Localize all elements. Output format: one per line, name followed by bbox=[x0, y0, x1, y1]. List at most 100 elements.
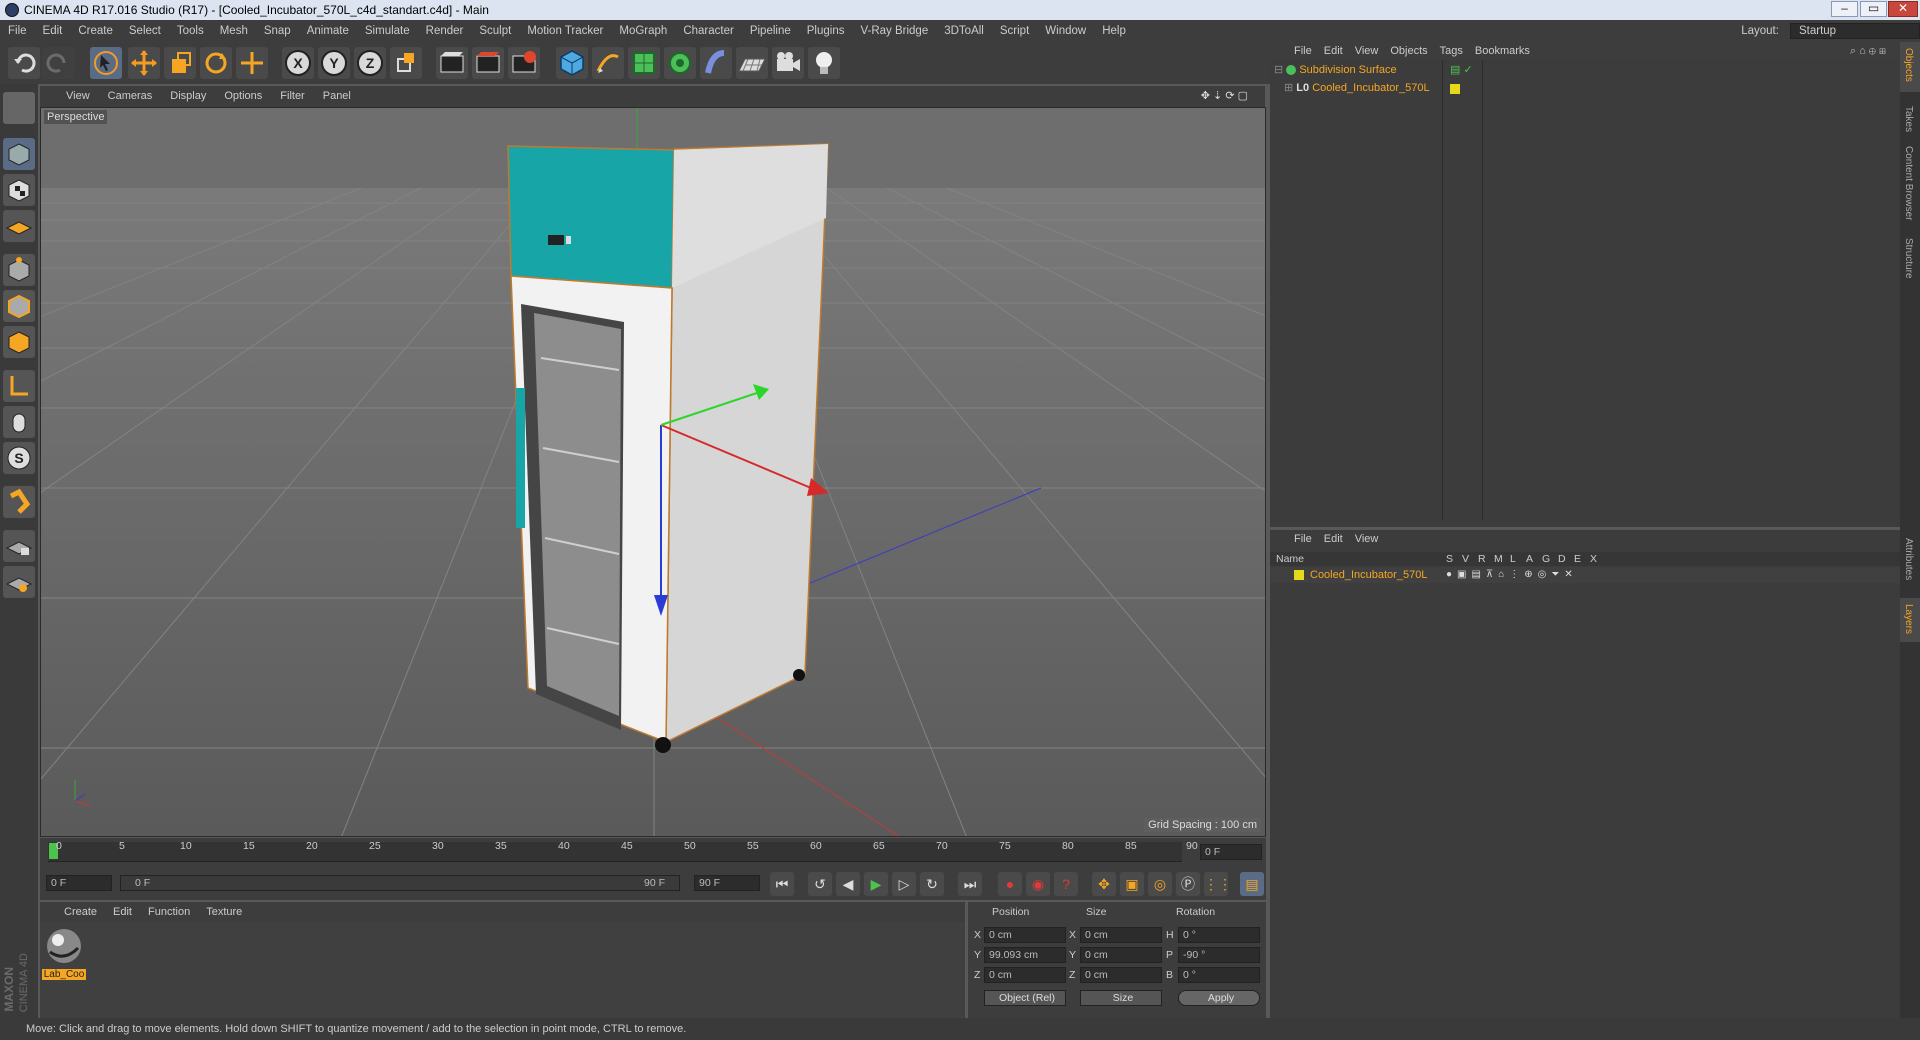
viewport-menu-options[interactable]: Options bbox=[215, 90, 271, 102]
menu-file[interactable]: File bbox=[0, 25, 35, 37]
snapping-icon[interactable]: S bbox=[3, 442, 35, 474]
magnet-icon[interactable] bbox=[3, 486, 35, 518]
select-arrow-icon[interactable] bbox=[90, 47, 122, 79]
go-to-end-icon[interactable]: ⏭ bbox=[958, 872, 982, 896]
menu-window[interactable]: Window bbox=[1037, 25, 1094, 37]
key-position-icon[interactable]: ✥ bbox=[1092, 872, 1116, 896]
cloner-icon[interactable] bbox=[664, 47, 696, 79]
autokey-icon[interactable]: ◉ bbox=[1026, 872, 1050, 896]
material-menu-edit[interactable]: Edit bbox=[105, 906, 140, 918]
render-picture-viewer-icon[interactable] bbox=[472, 47, 504, 79]
coordinate-system-icon[interactable] bbox=[390, 47, 422, 79]
make-editable-icon[interactable] bbox=[3, 92, 35, 124]
obj-menu-bookmarks[interactable]: Bookmarks bbox=[1469, 45, 1536, 57]
apply-button[interactable]: Apply bbox=[1178, 990, 1260, 1006]
scale-tool-icon[interactable] bbox=[164, 47, 196, 79]
tab-layers[interactable]: Layers bbox=[1903, 604, 1914, 634]
menu-create[interactable]: Create bbox=[70, 25, 121, 37]
start-frame-field[interactable]: 0 F bbox=[46, 875, 112, 891]
undo-button[interactable] bbox=[8, 47, 40, 79]
menu-select[interactable]: Select bbox=[121, 25, 169, 37]
planar-workplane-icon[interactable] bbox=[3, 566, 35, 598]
menu-plugins[interactable]: Plugins bbox=[799, 25, 853, 37]
visibility-toggle-icon[interactable]: ▤ ✓ bbox=[1450, 62, 1473, 79]
rotation-p-field[interactable]: -90 ° bbox=[1178, 947, 1260, 963]
workplane-mode-icon[interactable] bbox=[3, 210, 35, 242]
size-y-field[interactable]: 0 cm bbox=[1080, 947, 1162, 963]
menu-script[interactable]: Script bbox=[992, 25, 1037, 37]
timeline-window-icon[interactable]: ▤ bbox=[1240, 872, 1264, 896]
deformer-icon[interactable] bbox=[700, 47, 732, 79]
obj-menu-objects[interactable]: Objects bbox=[1384, 45, 1433, 57]
light-icon[interactable] bbox=[808, 47, 840, 79]
close-button[interactable]: ✕ bbox=[1888, 1, 1918, 17]
tweak-mode-icon[interactable] bbox=[3, 406, 35, 438]
viewport-menu-cameras[interactable]: Cameras bbox=[99, 90, 162, 102]
object-name[interactable]: Cooled_Incubator_570L bbox=[1312, 82, 1429, 94]
menu-sculpt[interactable]: Sculpt bbox=[471, 25, 519, 37]
record-keys-icon[interactable]: ● bbox=[998, 872, 1022, 896]
layer-color-icon[interactable] bbox=[1294, 570, 1304, 580]
redo-button[interactable] bbox=[42, 47, 74, 79]
tab-takes[interactable]: Takes bbox=[1903, 106, 1914, 132]
spline-pen-icon[interactable] bbox=[592, 47, 624, 79]
play-icon[interactable]: ▶ bbox=[864, 872, 888, 896]
layer-menu-file[interactable]: File bbox=[1288, 533, 1318, 545]
menu-vray-bridge[interactable]: V-Ray Bridge bbox=[852, 25, 936, 37]
tab-content-browser[interactable]: Content Browser bbox=[1903, 146, 1914, 220]
viewport-menu-display[interactable]: Display bbox=[161, 90, 215, 102]
obj-menu-view[interactable]: View bbox=[1349, 45, 1385, 57]
menu-pipeline[interactable]: Pipeline bbox=[742, 25, 799, 37]
rotation-b-field[interactable]: 0 ° bbox=[1178, 967, 1260, 983]
current-frame-field[interactable]: 0 F bbox=[1200, 844, 1262, 860]
enable-axis-icon[interactable] bbox=[3, 370, 35, 402]
points-mode-icon[interactable] bbox=[3, 254, 35, 286]
key-point-level-icon[interactable]: ⋮⋮ bbox=[1204, 872, 1232, 896]
z-axis-lock-icon[interactable]: Z bbox=[354, 47, 386, 79]
render-settings-icon[interactable] bbox=[508, 47, 540, 79]
position-z-field[interactable]: 0 cm bbox=[984, 967, 1066, 983]
menu-tools[interactable]: Tools bbox=[169, 25, 212, 37]
key-rotation-icon[interactable]: ◎ bbox=[1148, 872, 1172, 896]
previous-key-icon[interactable]: ↺ bbox=[808, 872, 832, 896]
perspective-viewport[interactable]: Perspective Grid Spacing : 100 cm bbox=[40, 107, 1266, 837]
object-name[interactable]: Subdivision Surface bbox=[1299, 64, 1396, 76]
menu-help[interactable]: Help bbox=[1094, 25, 1134, 37]
timeline-ruler[interactable]: 0 5 10 15 20 25 30 35 40 45 50 55 60 65 … bbox=[40, 838, 1266, 866]
coord-mode-dropdown[interactable]: Object (Rel) bbox=[984, 990, 1066, 1006]
layer-name[interactable]: Cooled_Incubator_570L bbox=[1310, 567, 1427, 583]
maximize-button[interactable]: ▭ bbox=[1860, 1, 1887, 17]
object-search-icon[interactable]: ⌕ ⌂ ⊕ ⊞ bbox=[1844, 42, 1892, 60]
tab-attributes[interactable]: Attributes bbox=[1903, 538, 1914, 580]
size-x-field[interactable]: 0 cm bbox=[1080, 927, 1162, 943]
menu-snap[interactable]: Snap bbox=[256, 25, 299, 37]
viewport-nav-icons[interactable]: ✥ ⇣ ⟳ ▢ bbox=[1192, 86, 1257, 107]
floor-icon[interactable] bbox=[736, 47, 768, 79]
rotation-h-field[interactable]: 0 ° bbox=[1178, 927, 1260, 943]
tab-objects[interactable]: Objects bbox=[1903, 48, 1914, 82]
subdivision-surface-icon[interactable] bbox=[628, 47, 660, 79]
rotate-tool-icon[interactable] bbox=[200, 47, 232, 79]
menu-mesh[interactable]: Mesh bbox=[212, 25, 256, 37]
cube-primitive-icon[interactable] bbox=[556, 47, 588, 79]
render-view-icon[interactable] bbox=[436, 47, 468, 79]
obj-menu-edit[interactable]: Edit bbox=[1318, 45, 1349, 57]
material-menu-texture[interactable]: Texture bbox=[198, 906, 250, 918]
y-axis-lock-icon[interactable]: Y bbox=[318, 47, 350, 79]
menu-edit[interactable]: Edit bbox=[35, 25, 71, 37]
camera-icon[interactable] bbox=[772, 47, 804, 79]
menu-animate[interactable]: Animate bbox=[299, 25, 357, 37]
expand-icon[interactable]: ⊞ bbox=[1284, 82, 1293, 94]
end-frame-field[interactable]: 90 F bbox=[694, 875, 760, 891]
material-menu-function[interactable]: Function bbox=[140, 906, 198, 918]
menu-motion-tracker[interactable]: Motion Tracker bbox=[519, 25, 611, 37]
texture-mode-icon[interactable] bbox=[3, 174, 35, 206]
live-selection-icon[interactable] bbox=[236, 47, 268, 79]
viewport-menu-panel[interactable]: Panel bbox=[314, 90, 360, 102]
next-frame-icon[interactable]: ▷ bbox=[892, 872, 916, 896]
go-to-start-icon[interactable]: ⏮ bbox=[770, 872, 794, 896]
layer-menu-view[interactable]: View bbox=[1349, 533, 1385, 545]
move-tool-icon[interactable] bbox=[128, 47, 160, 79]
menu-mograph[interactable]: MoGraph bbox=[611, 25, 675, 37]
key-parameter-icon[interactable]: Ⓟ bbox=[1176, 872, 1200, 896]
